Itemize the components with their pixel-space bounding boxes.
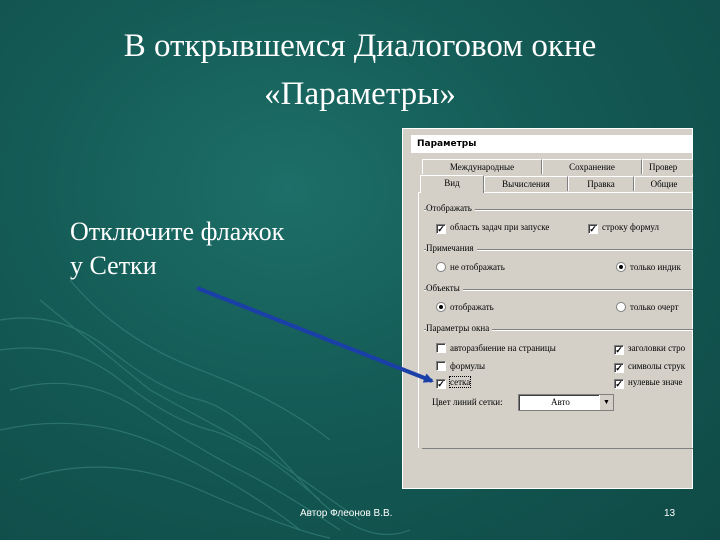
label-objects-outline: только очерт	[630, 302, 679, 312]
option-zero-values[interactable]: ✓ нулевые значе	[614, 377, 682, 389]
slide-title: В открывшемся Диалоговом окне «Параметры…	[20, 22, 700, 118]
group-show-label: Отображать	[426, 203, 475, 213]
option-outline-symbols[interactable]: ✓ символы струк	[614, 361, 685, 373]
radio-objects-outline[interactable]	[616, 302, 626, 312]
dialog-title: Параметры	[411, 135, 692, 153]
tab-calculation[interactable]: Вычисления	[484, 176, 568, 191]
group-objects-label: Объекты	[426, 283, 463, 293]
option-gridlines[interactable]: ✓ сетка	[436, 376, 472, 389]
label-objects-show: отображать	[450, 302, 494, 312]
instruction-line-1: Отключите флажок	[70, 217, 285, 246]
label-formula-bar: строку формул	[602, 222, 660, 232]
option-notes-none[interactable]: не отображать	[436, 262, 505, 273]
option-formula-bar[interactable]: ✓ строку формул	[588, 222, 659, 234]
label-outline-symbols: символы струк	[628, 361, 686, 371]
tab-general[interactable]: Общие	[634, 176, 693, 191]
tab-international[interactable]: Международные	[422, 159, 542, 174]
gridline-color-select[interactable]: Авто ▼	[518, 394, 614, 411]
background-decoration	[0, 280, 411, 539]
radio-notes-indicator[interactable]	[616, 262, 626, 272]
option-page-breaks[interactable]: авторазбиение на страницы	[436, 343, 556, 354]
checkbox-row-col-headers[interactable]: ✓	[614, 345, 624, 355]
option-objects-show[interactable]: отображать	[436, 302, 494, 313]
option-task-pane[interactable]: ✓ область задач при запуске	[436, 222, 549, 234]
instruction-text: Отключите флажок у Сетки	[70, 215, 380, 283]
option-row-col-headers[interactable]: ✓ заголовки стро	[614, 343, 685, 355]
footer-author: Автор Флеонов В.В.	[300, 508, 393, 519]
checkbox-page-breaks[interactable]	[436, 343, 446, 353]
label-task-pane: область задач при запуске	[450, 222, 550, 232]
label-formulas: формулы	[450, 361, 486, 371]
checkbox-formula-bar[interactable]: ✓	[588, 224, 598, 234]
tab-view[interactable]: Вид	[420, 175, 484, 193]
gridline-color-label: Цвет линий сетки:	[432, 397, 503, 407]
label-zero-values: нулевые значе	[628, 377, 683, 387]
group-window-label: Параметры окна	[426, 323, 493, 333]
label-page-breaks: авторазбиение на страницы	[450, 343, 556, 353]
title-line-2: «Параметры»	[264, 76, 456, 112]
radio-objects-show[interactable]	[436, 302, 446, 312]
instruction-line-2: у Сетки	[70, 251, 157, 280]
label-gridlines: сетка	[448, 376, 472, 388]
checkbox-formulas[interactable]	[436, 361, 446, 371]
label-notes-indicator: только индик	[630, 262, 681, 272]
chevron-down-icon[interactable]: ▼	[599, 395, 613, 410]
checkbox-zero-values[interactable]: ✓	[614, 379, 624, 389]
group-notes-label: Примечания	[426, 243, 477, 253]
title-line-1: В открывшемся Диалоговом окне	[123, 28, 597, 64]
option-objects-outline[interactable]: только очерт	[616, 302, 679, 313]
label-row-col-headers: заголовки стро	[628, 343, 686, 353]
gridline-color-value: Авто	[551, 397, 570, 407]
dialog-bottom-border	[422, 448, 693, 449]
label-notes-none: не отображать	[450, 262, 505, 272]
page-number: 13	[664, 508, 676, 519]
checkbox-gridlines[interactable]: ✓	[436, 379, 446, 389]
checkbox-outline-symbols[interactable]: ✓	[614, 363, 624, 373]
checkbox-task-pane[interactable]: ✓	[436, 224, 446, 234]
option-notes-indicator[interactable]: только индик	[616, 262, 681, 273]
tab-save[interactable]: Сохранение	[542, 159, 642, 174]
option-formulas[interactable]: формулы	[436, 361, 485, 372]
tab-spelling[interactable]: Провер	[642, 159, 693, 174]
radio-notes-none[interactable]	[436, 262, 446, 272]
tab-edit[interactable]: Правка	[568, 176, 634, 191]
group-separator	[424, 289, 693, 291]
